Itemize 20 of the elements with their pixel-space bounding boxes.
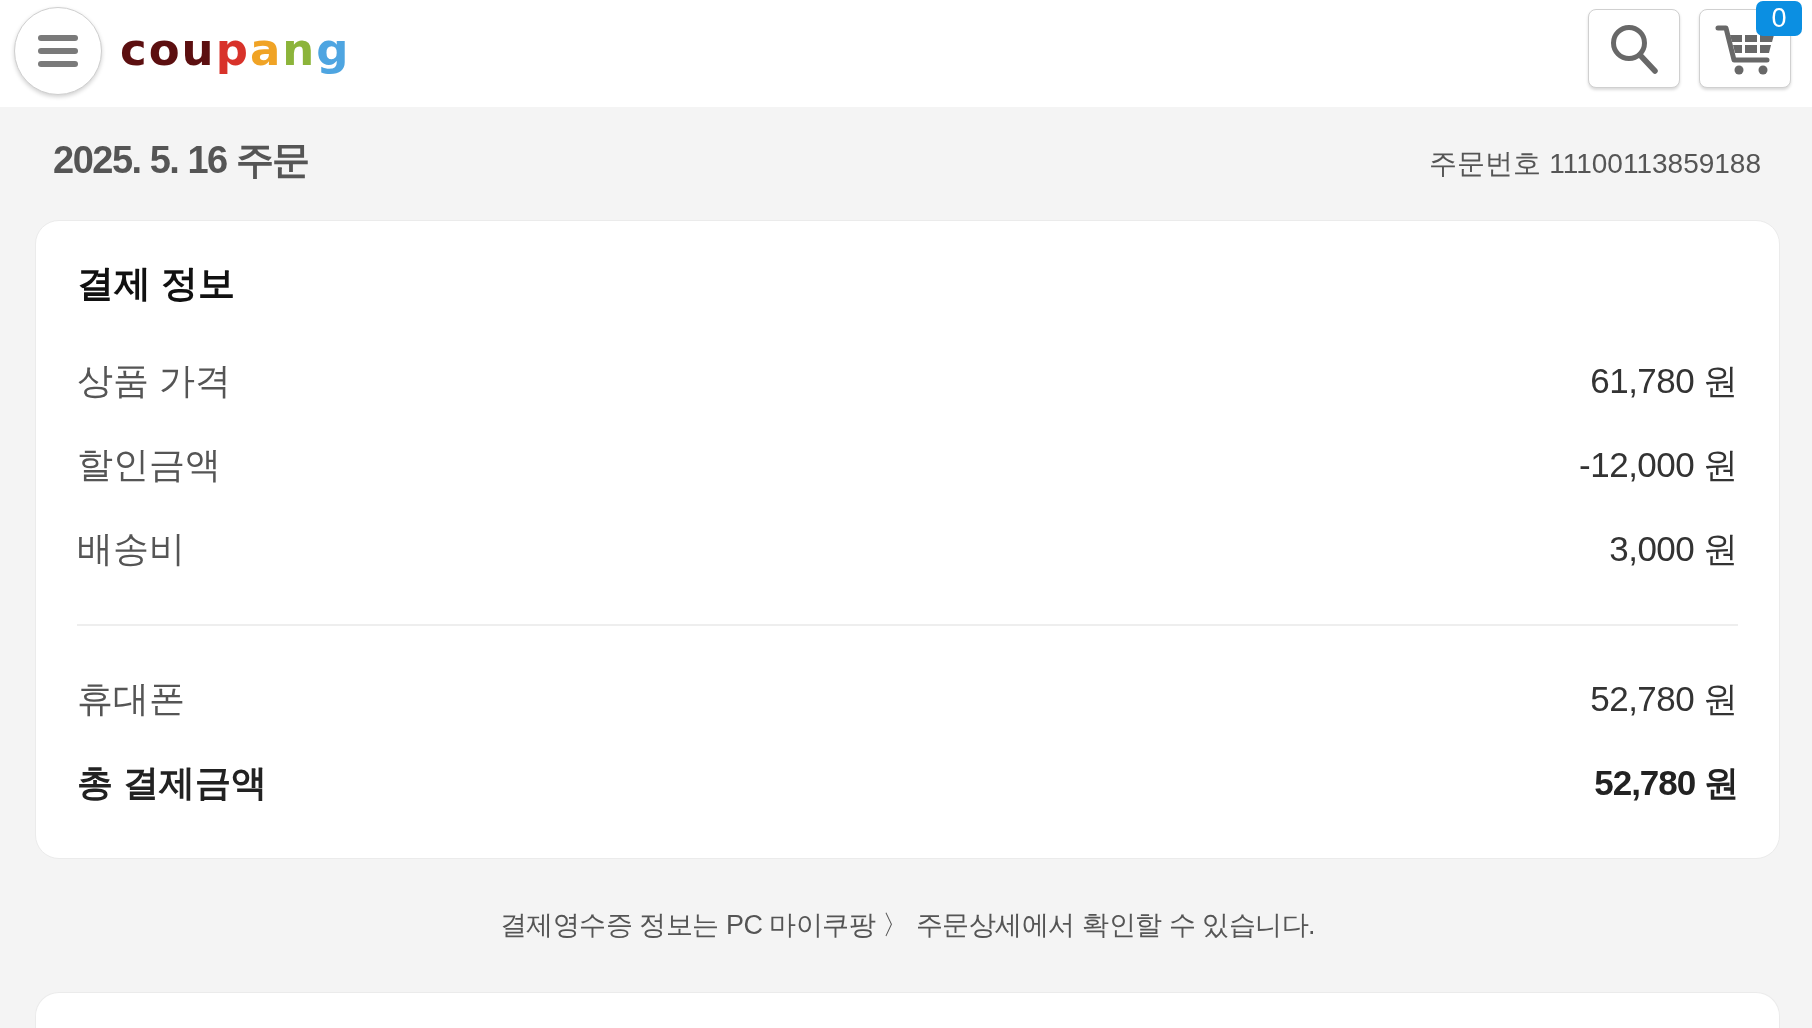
price-value: 61,780 원 [1590, 360, 1738, 402]
section-title: 결제 정보 [77, 262, 236, 306]
price-label: 배송비 [77, 527, 185, 571]
price-label: 상품 가격 [77, 359, 231, 403]
total-value: 52,780 원 [1594, 762, 1738, 804]
receipt-notice: 결제영수증 정보는 PC 마이쿠팡 〉 주문상세에서 확인할 수 있습니다. [500, 909, 1315, 942]
menu-icon [38, 35, 78, 67]
price-value: 52,780 원 [1590, 678, 1738, 720]
search-icon [1609, 22, 1659, 75]
price-label: 할인금액 [77, 443, 221, 487]
menu-button[interactable] [14, 7, 102, 95]
total-label: 총 결제금액 [77, 761, 267, 805]
coupang-logo[interactable]: coupang [120, 27, 351, 82]
order-number: 주문번호 11100113859188 [1429, 147, 1761, 181]
price-value: 3,000 원 [1609, 528, 1738, 570]
price-value: -12,000 원 [1579, 444, 1738, 486]
cart-count: 0 [1756, 1, 1802, 36]
price-label: 휴대폰 [77, 677, 185, 721]
order-date-title: 2025. 5. 16 주문 [53, 138, 309, 183]
search-button[interactable] [1588, 9, 1680, 88]
